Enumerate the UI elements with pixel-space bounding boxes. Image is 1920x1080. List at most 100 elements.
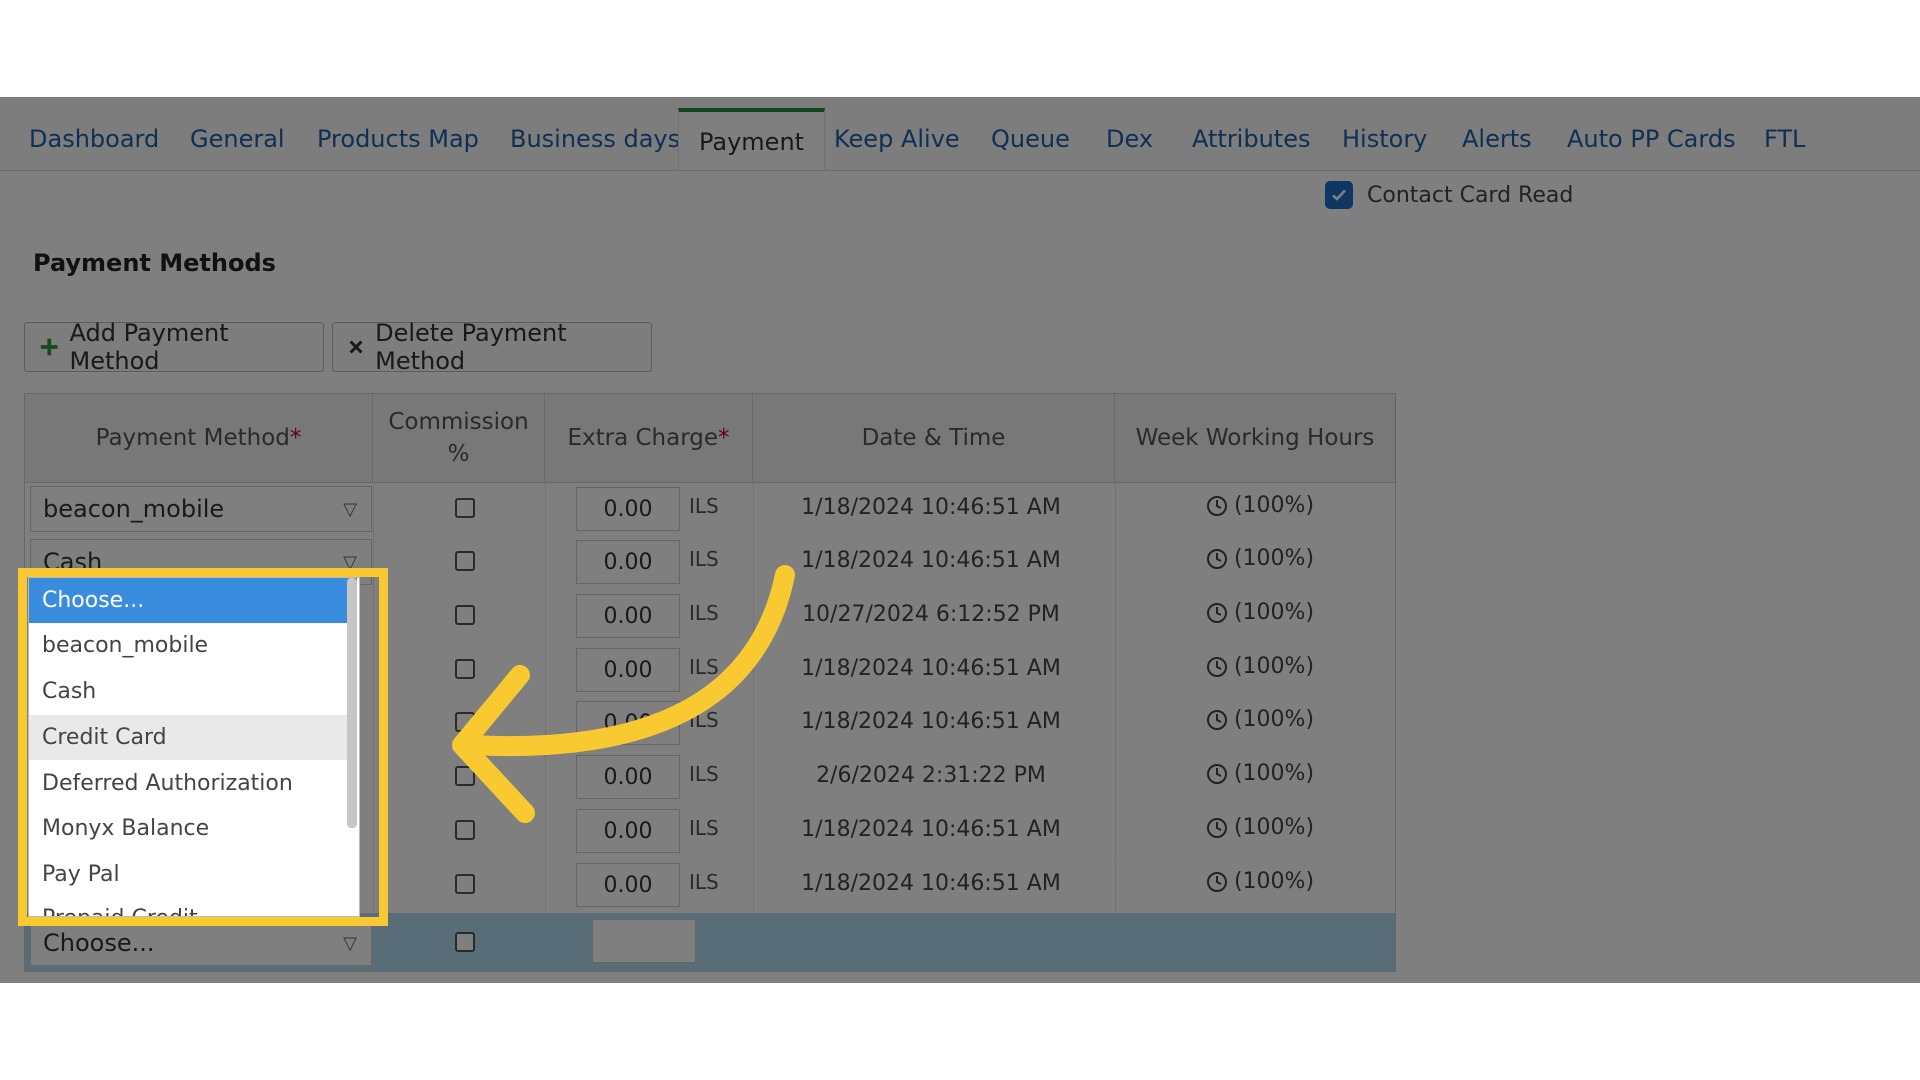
required-mark: * <box>289 425 302 451</box>
date-time-value: 1/18/2024 10:46:51 AM <box>801 871 1061 896</box>
week-working-hours-value: (100%) <box>1233 546 1315 571</box>
week-working-hours-value: (100%) <box>1233 600 1315 625</box>
column-divider <box>373 589 374 642</box>
clock-icon <box>1206 871 1227 892</box>
extra-charge-input[interactable]: 0.00 <box>576 701 680 745</box>
commission-checkbox[interactable] <box>455 659 475 679</box>
add-payment-method-button[interactable]: Add Payment Method <box>24 319 324 375</box>
week-working-hours-cell[interactable]: (100%) <box>1125 815 1395 840</box>
currency-label: ILS <box>689 870 719 894</box>
commission-checkbox[interactable] <box>455 551 475 571</box>
column-divider <box>545 482 546 535</box>
contact-card-read-option[interactable]: Contact Card Read <box>1325 181 1573 209</box>
column-divider <box>545 804 546 857</box>
dropdown-option[interactable]: Choose... <box>29 578 357 623</box>
dropdown-option[interactable]: Deferred Authorization <box>29 761 357 806</box>
clock-icon <box>1206 656 1227 677</box>
commission-checkbox[interactable] <box>455 605 475 625</box>
new-row-commission-cell <box>455 932 475 952</box>
commission-checkbox[interactable] <box>455 874 475 894</box>
tab-products-map[interactable]: Products Map <box>317 125 479 153</box>
column-header-extra-charge[interactable]: Extra Charge * <box>545 394 753 482</box>
commission-checkbox[interactable] <box>455 766 475 786</box>
dropdown-option[interactable]: Prepaid Credit <box>29 896 357 916</box>
currency-label: ILS <box>689 601 719 625</box>
dropdown-option[interactable]: Pay Pal <box>29 852 357 897</box>
date-time-value: 1/18/2024 10:46:51 AM <box>801 709 1061 734</box>
commission-checkbox[interactable] <box>455 820 475 840</box>
week-working-hours-cell[interactable]: (100%) <box>1125 654 1395 679</box>
extra-charge-input[interactable]: 0.00 <box>576 594 680 638</box>
tab-dashboard[interactable]: Dashboard <box>29 125 159 153</box>
week-working-hours-cell[interactable]: (100%) <box>1125 546 1395 571</box>
payment-method-select[interactable]: beacon_mobile ▽ <box>30 486 372 532</box>
extra-charge-input[interactable]: 0.00 <box>576 755 680 799</box>
clock-icon <box>1206 495 1227 516</box>
column-header-extra-charge-label: Extra Charge <box>567 425 719 451</box>
column-divider <box>373 535 374 588</box>
new-row-payment-method-select[interactable]: Choose... ▽ <box>30 920 372 966</box>
date-time-value: 1/18/2024 10:46:51 AM <box>801 495 1061 520</box>
column-divider <box>545 535 546 588</box>
week-working-hours-value: (100%) <box>1233 707 1315 732</box>
tab-history[interactable]: History <box>1342 125 1427 153</box>
column-header-payment-method[interactable]: Payment Method * <box>25 394 373 482</box>
extra-charge-input[interactable]: 0.00 <box>576 809 680 853</box>
column-header-date-time[interactable]: Date & Time <box>753 394 1115 482</box>
column-header-commission-label: Commission <box>388 409 529 435</box>
new-row-commission-checkbox[interactable] <box>455 932 475 952</box>
contact-card-read-checkbox[interactable] <box>1325 181 1353 209</box>
column-divider <box>1115 858 1116 911</box>
week-working-hours-value: (100%) <box>1233 869 1315 894</box>
currency-label: ILS <box>689 762 719 786</box>
tab-dex[interactable]: Dex <box>1106 125 1153 153</box>
new-row-extra-charge-input[interactable] <box>592 919 696 963</box>
required-mark: * <box>718 425 730 451</box>
tab-queue[interactable]: Queue <box>991 125 1070 153</box>
week-working-hours-cell[interactable]: (100%) <box>1125 600 1395 625</box>
column-header-date-time-label: Date & Time <box>861 425 1006 451</box>
extra-charge-input[interactable]: 0.00 <box>576 648 680 692</box>
week-working-hours-cell[interactable]: (100%) <box>1125 707 1395 732</box>
tab-payment[interactable]: Payment <box>678 108 826 170</box>
dropdown-scrollbar[interactable] <box>347 578 357 828</box>
payment-method-dropdown[interactable]: Choose... beacon_mobile Cash Credit Card Def… <box>28 577 360 917</box>
extra-charge-input[interactable]: 0.00 <box>576 540 680 584</box>
column-header-commission[interactable]: Commission % <box>373 394 545 482</box>
tab-business-days[interactable]: Business days <box>510 125 680 153</box>
section-title: Payment Methods <box>33 249 276 277</box>
week-working-hours-cell[interactable]: (100%) <box>1125 869 1395 894</box>
dropdown-option[interactable]: Monyx Balance <box>29 806 357 851</box>
column-divider <box>373 482 374 535</box>
week-working-hours-value: (100%) <box>1233 654 1315 679</box>
tab-ftl[interactable]: FTL <box>1764 125 1805 153</box>
tab-keep-alive[interactable]: Keep Alive <box>834 125 960 153</box>
column-divider <box>1115 696 1116 749</box>
commission-cell <box>455 605 475 625</box>
check-icon <box>1332 189 1346 201</box>
dropdown-option[interactable]: Cash <box>29 669 357 714</box>
column-divider <box>1115 589 1116 642</box>
dropdown-option[interactable]: beacon_mobile <box>29 623 357 668</box>
extra-charge-input[interactable]: 0.00 <box>576 487 680 531</box>
tab-alerts[interactable]: Alerts <box>1462 125 1532 153</box>
column-divider <box>373 858 374 911</box>
column-header-week-working-hours[interactable]: Week Working Hours <box>1115 394 1395 482</box>
commission-cell <box>455 766 475 786</box>
delete-payment-method-label: Delete Payment Method <box>375 319 567 375</box>
delete-payment-method-button[interactable]: Delete Payment Method <box>332 319 652 375</box>
tab-attributes[interactable]: Attributes <box>1192 125 1310 153</box>
week-working-hours-cell[interactable]: (100%) <box>1125 493 1395 518</box>
commission-checkbox[interactable] <box>455 712 475 732</box>
commission-cell <box>455 551 475 571</box>
table-row[interactable]: beacon_mobile ▽ 0.00 ILS 1/18/2024 10:46… <box>25 482 1395 535</box>
extra-charge-input[interactable]: 0.00 <box>576 863 680 907</box>
commission-checkbox[interactable] <box>455 498 475 518</box>
tab-auto-pp-cards[interactable]: Auto PP Cards <box>1567 125 1736 153</box>
new-row: Choose... ▽ <box>25 913 1395 971</box>
column-header-payment-method-label: Payment Method <box>95 425 290 451</box>
dropdown-option[interactable]: Credit Card <box>29 715 357 760</box>
commission-cell <box>455 712 475 732</box>
week-working-hours-cell[interactable]: (100%) <box>1125 761 1395 786</box>
tab-general[interactable]: General <box>190 125 285 153</box>
